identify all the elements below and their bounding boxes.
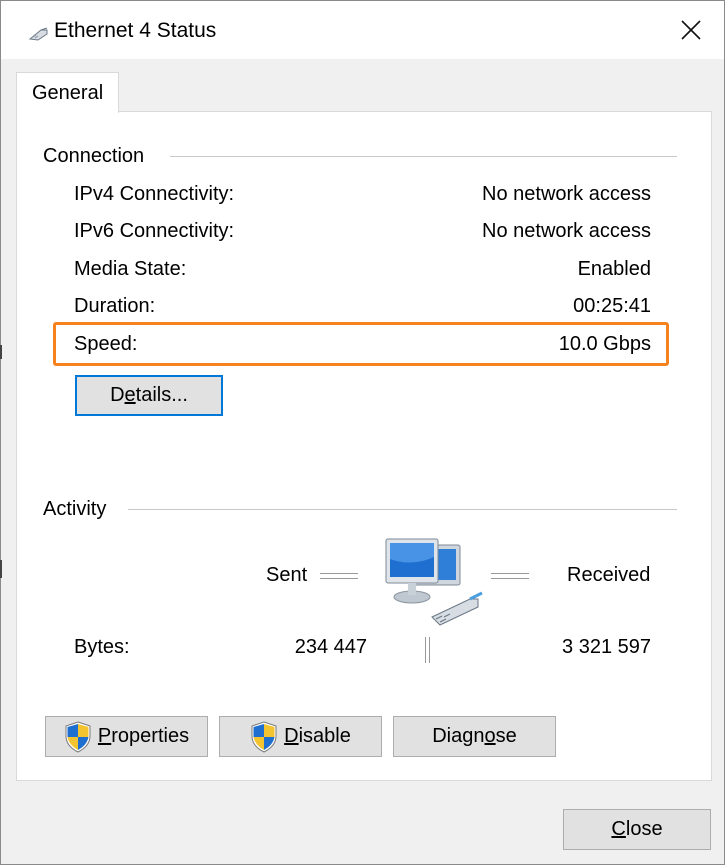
- close-button-label: Close: [611, 818, 663, 840]
- properties-button[interactable]: Properties: [45, 716, 208, 757]
- disable-button-label: Disable: [284, 725, 351, 747]
- activity-group-label: Activity: [43, 498, 107, 521]
- sent-label: Sent: [266, 564, 308, 586]
- duration-value: 00:25:41: [573, 295, 651, 317]
- close-button[interactable]: Close: [563, 809, 711, 850]
- media-state-label: Media State:: [74, 258, 187, 280]
- sent-connector-line: [320, 573, 358, 579]
- connection-group-divider: [170, 156, 677, 157]
- ipv4-connectivity-value: No network access: [482, 183, 651, 205]
- network-computers-icon: [385, 538, 483, 626]
- received-label: Received: [567, 564, 651, 586]
- uac-shield-icon: [65, 720, 91, 753]
- bytes-divider: [425, 637, 430, 663]
- ipv6-connectivity-value: No network access: [482, 220, 651, 242]
- activity-group-divider: [128, 509, 677, 510]
- ipv6-connectivity-label: IPv6 Connectivity:: [74, 220, 235, 242]
- bytes-label: Bytes:: [74, 636, 130, 658]
- connection-group-label: Connection: [43, 145, 145, 168]
- title-bar[interactable]: Ethernet 4 Status: [1, 1, 724, 59]
- general-tab-panel: [16, 111, 712, 781]
- diagnose-button-label: Diagnose: [432, 725, 517, 747]
- ipv4-connectivity-label: IPv4 Connectivity:: [74, 183, 235, 205]
- close-window-button[interactable]: [661, 1, 721, 59]
- tab-general-label: General: [32, 82, 104, 104]
- close-icon: [681, 20, 701, 40]
- tab-general[interactable]: General: [16, 72, 119, 113]
- diagnose-button[interactable]: Diagnose: [393, 716, 556, 757]
- speed-highlight-box: [53, 322, 669, 366]
- uac-shield-icon: [251, 720, 277, 753]
- details-button[interactable]: Details...: [75, 375, 223, 416]
- ethernet-cable-icon: [29, 27, 48, 41]
- duration-label: Duration:: [74, 295, 156, 317]
- disable-button[interactable]: Disable: [219, 716, 382, 757]
- properties-button-label: Properties: [97, 725, 190, 747]
- received-connector-line: [491, 573, 529, 579]
- status-dialog: Ethernet 4 Status General Connection IPv…: [0, 0, 725, 865]
- bytes-sent-value: 234 447: [294, 636, 367, 658]
- background-edge-artifact: [0, 560, 2, 578]
- details-button-label: Details...: [110, 384, 188, 406]
- window-title: Ethernet 4 Status: [54, 19, 217, 42]
- background-edge-artifact: [0, 345, 2, 359]
- media-state-value: Enabled: [577, 258, 651, 280]
- bytes-received-value: 3 321 597: [562, 636, 651, 658]
